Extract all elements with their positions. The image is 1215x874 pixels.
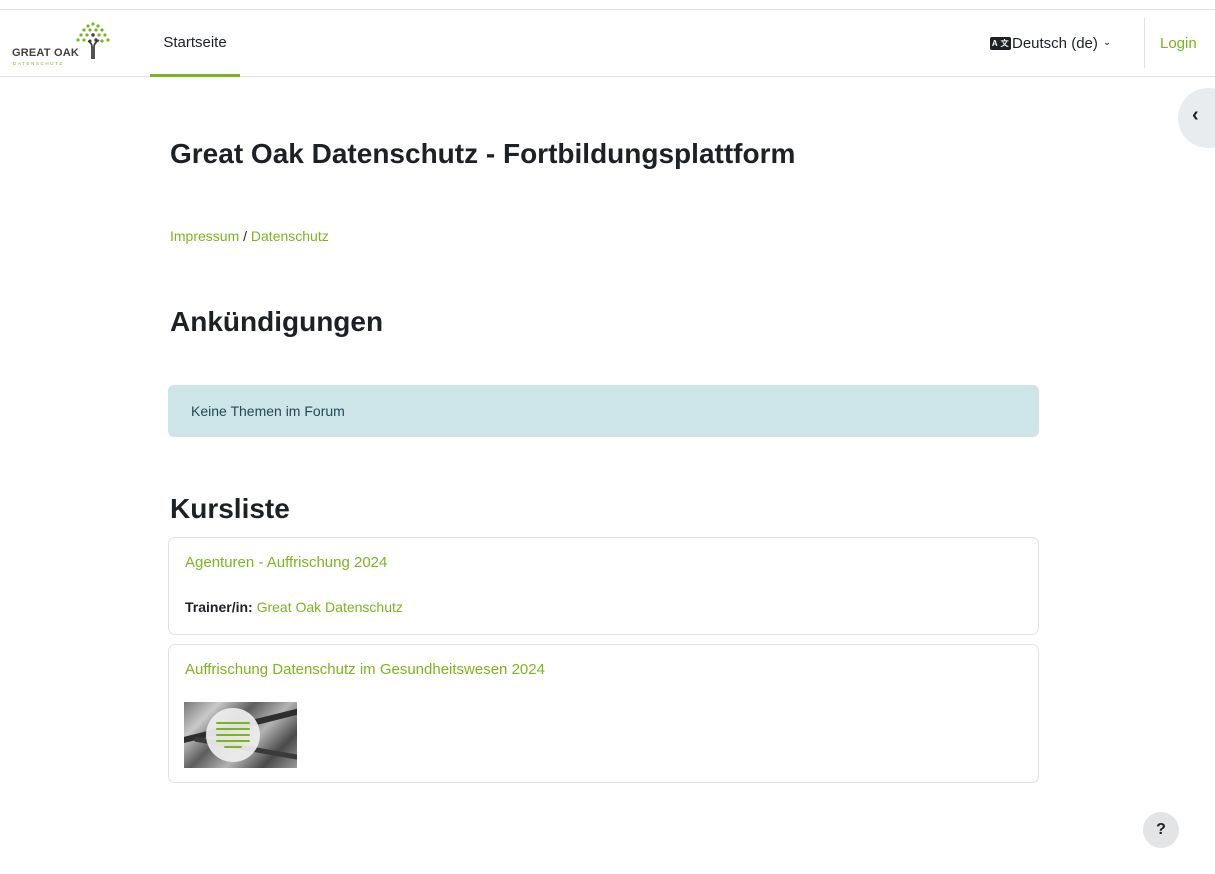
chevron-down-icon: ⌄ bbox=[1102, 37, 1112, 48]
course-trainer: Trainer/in: Great Oak Datenschutz bbox=[185, 599, 403, 615]
navbar: GREAT OAK DATENSCHUTZ Startseite A 文 Deu… bbox=[0, 9, 1215, 77]
chevron-left-icon: ‹ bbox=[1192, 104, 1199, 126]
datenschutz-link[interactable]: Datenschutz bbox=[251, 228, 329, 244]
link-separator: / bbox=[239, 228, 251, 244]
trainer-label: Trainer/in: bbox=[185, 599, 253, 615]
course-title-link[interactable]: Agenturen - Auffrischung 2024 bbox=[185, 554, 387, 571]
course-title-link[interactable]: Auffrischung Datenschutz im Gesundheitsw… bbox=[185, 661, 545, 678]
logo-text: GREAT OAK bbox=[12, 47, 79, 59]
drawer-toggle-button[interactable]: ‹ bbox=[1178, 88, 1215, 148]
site-logo[interactable]: GREAT OAK DATENSCHUTZ bbox=[10, 20, 118, 68]
course-image[interactable] bbox=[184, 702, 297, 768]
language-icon: A 文 bbox=[990, 37, 1011, 50]
help-icon[interactable]: ? bbox=[1143, 812, 1179, 848]
trainer-link[interactable]: Great Oak Datenschutz bbox=[257, 599, 403, 615]
impressum-link[interactable]: Impressum bbox=[170, 228, 239, 244]
announcements-heading: Ankündigungen bbox=[170, 306, 384, 337]
course-card: Agenturen - Auffrischung 2024 Trainer/in… bbox=[168, 537, 1039, 635]
logo-subtitle: DATENSCHUTZ bbox=[13, 61, 64, 66]
page-title: Great Oak Datenschutz - Fortbildungsplat… bbox=[170, 138, 796, 169]
nav-divider bbox=[1144, 18, 1145, 68]
footer-links: Impressum / Datenschutz bbox=[170, 228, 329, 244]
nav-home-tab[interactable]: Startseite bbox=[150, 10, 240, 77]
language-menu[interactable]: A 文 Deutsch (de) ⌄ bbox=[990, 10, 1111, 77]
course-card: Auffrischung Datenschutz im Gesundheitsw… bbox=[168, 644, 1039, 783]
login-link[interactable]: Login bbox=[1160, 10, 1197, 77]
courses-heading: Kursliste bbox=[170, 493, 290, 524]
announcements-empty-alert: Keine Themen im Forum bbox=[168, 385, 1039, 437]
language-label: Deutsch (de) bbox=[1012, 35, 1098, 52]
